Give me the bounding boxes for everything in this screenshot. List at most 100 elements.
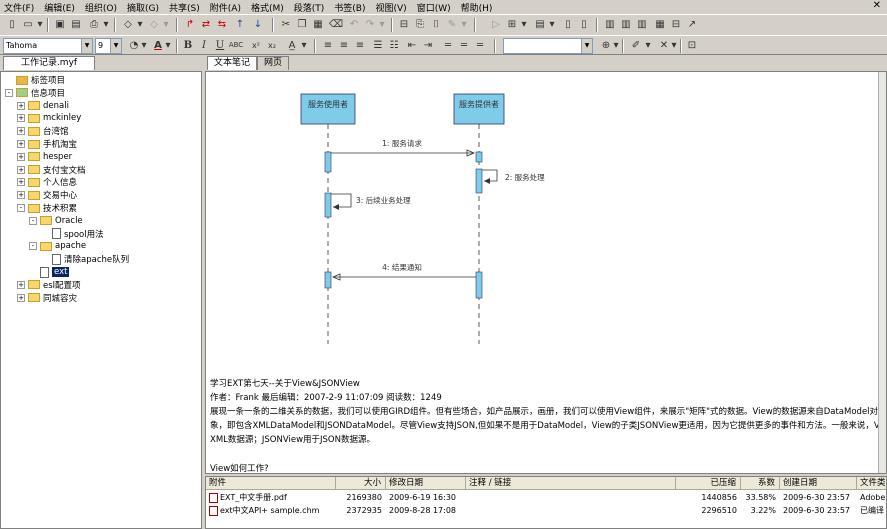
expand-icon[interactable]: + bbox=[17, 280, 25, 289]
menu-item[interactable]: 帮助(H) bbox=[455, 1, 497, 14]
save-all-icon[interactable]: ▤ bbox=[68, 17, 84, 32]
tree-item[interactable]: + denali bbox=[17, 100, 69, 112]
link2-icon[interactable]: ⇄ bbox=[198, 17, 214, 32]
column-header[interactable]: 文件类 bbox=[857, 477, 886, 490]
forward-dropdown-icon[interactable]: ▾ bbox=[162, 17, 170, 32]
tab-webpage[interactable]: 网页 bbox=[257, 56, 290, 70]
strikethrough-button[interactable]: ABC bbox=[228, 38, 244, 53]
view6-icon[interactable]: ↗ bbox=[684, 17, 700, 32]
font-size-select[interactable]: 9 ▼ bbox=[95, 38, 122, 54]
collapse-icon[interactable]: - bbox=[5, 88, 13, 97]
tree-item[interactable]: 清除apache队列 bbox=[41, 253, 129, 265]
play-icon[interactable]: ▷ bbox=[488, 17, 504, 32]
open-dropdown-icon[interactable]: ▾ bbox=[36, 17, 44, 32]
font-color-dropdown-icon[interactable]: ▾ bbox=[140, 38, 148, 53]
numbered-list-icon[interactable]: ☰ bbox=[370, 38, 386, 53]
highlight-dropdown-icon[interactable]: ▾ bbox=[644, 38, 652, 53]
spacing2-icon[interactable]: ═ bbox=[456, 38, 472, 53]
expand-icon[interactable]: + bbox=[17, 140, 25, 148]
attach-icon[interactable]: ⎘ bbox=[412, 17, 428, 32]
tree-item[interactable]: + esl配置项 bbox=[17, 279, 81, 291]
expand-icon[interactable]: + bbox=[17, 101, 25, 110]
cut-icon[interactable]: ✂ bbox=[278, 17, 294, 32]
menu-item[interactable]: 窗口(W) bbox=[411, 1, 455, 14]
text-color-dropdown-icon[interactable]: ▾ bbox=[164, 38, 172, 53]
expand-icon[interactable]: + bbox=[17, 178, 25, 187]
attach-pin-icon[interactable]: ⌷ bbox=[428, 17, 444, 32]
bold-button[interactable]: B bbox=[180, 38, 196, 53]
tree-item[interactable]: 标签项目 bbox=[5, 74, 65, 86]
column-header[interactable]: 注释 / 链接 bbox=[466, 477, 676, 490]
style-dropdown-icon[interactable]: ▾ bbox=[612, 38, 620, 53]
vertical-scrollbar[interactable] bbox=[878, 72, 886, 473]
menu-item[interactable]: 视图(V) bbox=[370, 1, 411, 14]
print-icon[interactable]: ⎙ bbox=[86, 17, 102, 32]
tree-item[interactable]: spool用法 bbox=[41, 228, 104, 240]
view3-icon[interactable]: ▥ bbox=[634, 17, 650, 32]
menu-item[interactable]: 共享(S) bbox=[163, 1, 204, 14]
attach-dropdown-icon[interactable]: ▾ bbox=[460, 17, 468, 32]
open-icon[interactable]: ▭ bbox=[20, 17, 36, 32]
column-header[interactable]: 创建日期 bbox=[780, 477, 857, 490]
redo-dropdown-icon[interactable]: ▾ bbox=[378, 17, 386, 32]
menu-item[interactable]: 附件(A) bbox=[204, 1, 245, 14]
collapse-icon[interactable]: - bbox=[29, 242, 37, 251]
back-dropdown-icon[interactable]: ▾ bbox=[136, 17, 144, 32]
save-icon[interactable]: ▣ bbox=[52, 17, 68, 32]
tab-text-note[interactable]: 文本笔记 bbox=[207, 56, 258, 70]
link3-icon[interactable]: ⇆ bbox=[214, 17, 230, 32]
column-header[interactable]: 大小 bbox=[336, 477, 386, 490]
column-header[interactable]: 系数 bbox=[741, 477, 780, 490]
expand-icon[interactable]: + bbox=[17, 165, 25, 174]
text-style-dropdown-icon[interactable]: ▾ bbox=[300, 38, 308, 53]
close-icon[interactable]: ✕ bbox=[873, 0, 881, 11]
eraser-icon[interactable]: ⌫ bbox=[328, 17, 344, 32]
menu-item[interactable]: 组织(O) bbox=[79, 1, 121, 14]
tree-item[interactable]: + 台湾馆 bbox=[17, 125, 69, 137]
layout-dropdown-icon[interactable]: ▾ bbox=[520, 17, 528, 32]
tree-item[interactable]: + mckinley bbox=[17, 112, 81, 124]
expand-icon[interactable]: + bbox=[17, 114, 25, 123]
tree-item[interactable]: - Oracle bbox=[29, 215, 83, 227]
move-up-icon[interactable]: ↑ bbox=[232, 17, 248, 32]
forward-icon[interactable]: ◇ bbox=[146, 17, 162, 32]
menu-item[interactable]: 段落(T) bbox=[288, 1, 329, 14]
menu-item[interactable]: 摘取(G) bbox=[121, 1, 163, 14]
paste-icon[interactable]: ▦ bbox=[310, 17, 326, 32]
panel-dropdown-icon[interactable]: ▾ bbox=[548, 17, 556, 32]
collapse-icon[interactable]: - bbox=[17, 204, 25, 212]
properties-icon[interactable]: ⊡ bbox=[684, 38, 700, 53]
column-header[interactable]: 已压缩 bbox=[676, 477, 741, 490]
undo-icon[interactable]: ↶ bbox=[346, 17, 362, 32]
indent-icon[interactable]: ⇥ bbox=[420, 38, 436, 53]
move-down-icon[interactable]: ↓ bbox=[250, 17, 266, 32]
expand-icon[interactable]: + bbox=[17, 293, 25, 302]
menu-item[interactable]: 格式(M) bbox=[245, 1, 288, 14]
link-icon[interactable]: ↱ bbox=[182, 17, 198, 32]
clear-format-dropdown-icon[interactable]: ▾ bbox=[670, 38, 678, 53]
tree-item[interactable]: + 交易中心 bbox=[17, 189, 77, 201]
spacing1-icon[interactable]: ═ bbox=[440, 38, 456, 53]
copy-icon[interactable]: ❐ bbox=[294, 17, 310, 32]
align-left-icon[interactable]: ≡ bbox=[320, 38, 336, 53]
tree-item[interactable]: ext bbox=[29, 266, 70, 278]
file-tab[interactable]: 工作记录.myf bbox=[3, 56, 95, 70]
panel-icon[interactable]: ▤ bbox=[532, 17, 548, 32]
menu-item[interactable]: 文件(F) bbox=[0, 1, 38, 14]
subscript-button[interactable]: x₂ bbox=[264, 38, 280, 53]
spacing3-icon[interactable]: ═ bbox=[472, 38, 488, 53]
tree-item[interactable]: - apache bbox=[29, 240, 86, 252]
tree-item[interactable]: + hesper bbox=[17, 151, 72, 163]
new-icon[interactable]: ▯ bbox=[4, 17, 20, 32]
font-name-select[interactable]: Tahoma ▼ bbox=[3, 38, 93, 54]
tree-item[interactable]: - 技术积累 bbox=[17, 202, 77, 214]
view2-icon[interactable]: ▥ bbox=[618, 17, 634, 32]
highlight-icon[interactable]: ✐ bbox=[628, 38, 644, 53]
menu-item[interactable]: 编辑(E) bbox=[38, 1, 79, 14]
underline-button[interactable]: U bbox=[212, 38, 228, 53]
note-editor[interactable]: 服务使用者 服务提供者 1: 服务请求 2: 服务处理 3: 后续业务处理 4:… bbox=[205, 71, 887, 474]
tree-item[interactable]: + 手机淘宝 bbox=[17, 138, 77, 150]
collapse-icon[interactable]: - bbox=[29, 216, 37, 225]
view4-icon[interactable]: ▦ bbox=[652, 17, 668, 32]
layout-icon[interactable]: ⊞ bbox=[504, 17, 520, 32]
